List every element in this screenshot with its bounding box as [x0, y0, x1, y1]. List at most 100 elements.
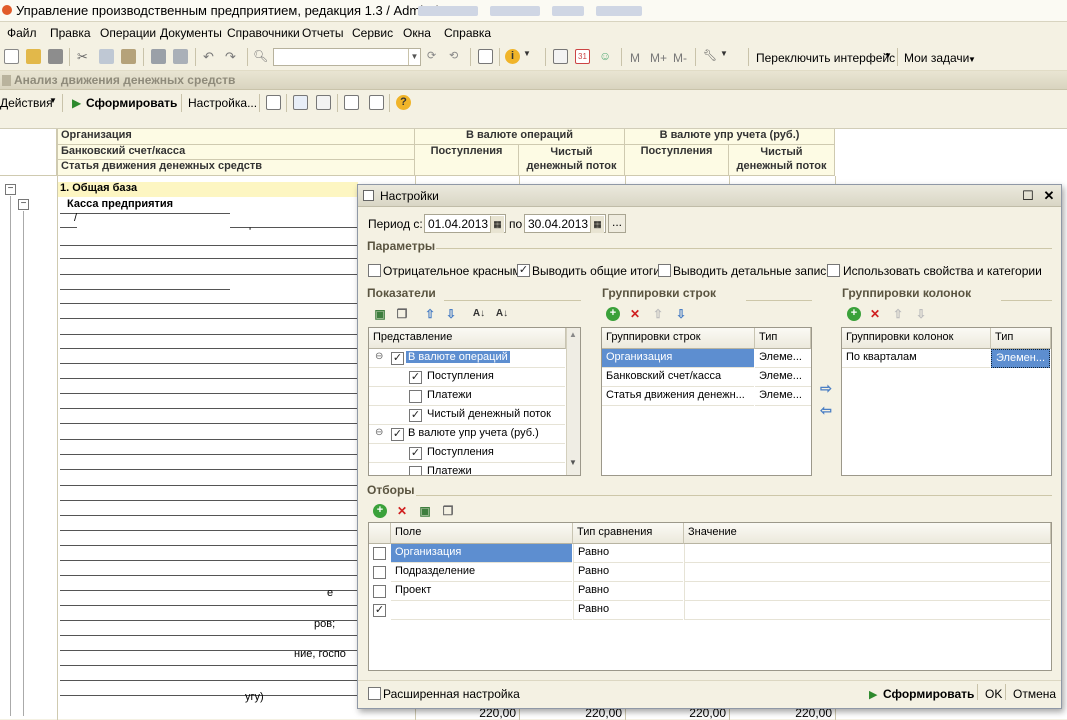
tools-icon[interactable]: 🔧︎ [703, 49, 718, 64]
filter-comparison[interactable]: Равно [573, 544, 683, 563]
redo-icon[interactable]: ↷ [225, 49, 240, 64]
uncheck-all-icon[interactable]: ❐ [395, 307, 409, 321]
move-up-icon[interactable]: ⇧ [891, 307, 905, 321]
move-right-icon[interactable]: ⇨ [819, 381, 833, 395]
filter-field[interactable]: Подразделение [391, 563, 572, 582]
indicator-checkbox[interactable]: ✓ [409, 447, 422, 460]
open-folder-icon[interactable] [26, 49, 41, 64]
move-down-icon[interactable]: ⇩ [674, 307, 688, 321]
memory-plus-button[interactable]: M+ [650, 51, 667, 65]
menu-edit[interactable]: Правка [50, 26, 91, 40]
indicators-scrollbar[interactable]: ▲ ▼ [566, 328, 580, 475]
generate-button[interactable]: Сформировать [86, 96, 177, 110]
filter-value[interactable] [684, 544, 1050, 563]
col-group-name[interactable]: По кварталам [842, 349, 990, 368]
sort-desc-icon[interactable]: A↓ [495, 307, 509, 321]
chevron-down-icon[interactable]: ▼ [720, 49, 735, 64]
row-group-name[interactable]: Организация [602, 349, 754, 368]
filter-comparison[interactable]: Равно [573, 582, 683, 601]
cut-icon[interactable]: ✂ [77, 49, 92, 64]
menu-documents[interactable]: Документы [160, 26, 222, 40]
indicator-checkbox[interactable] [409, 466, 422, 475]
collapse-group-button[interactable]: − [5, 184, 16, 195]
filter-checkbox[interactable]: ✓ [373, 604, 386, 617]
indicator-checkbox[interactable]: ✓ [391, 352, 404, 365]
delete-icon[interactable]: ✕ [868, 307, 882, 321]
filter-value[interactable] [684, 563, 1050, 582]
move-left-icon[interactable]: ⇦ [819, 403, 833, 417]
copy-icon[interactable] [99, 49, 114, 64]
load-report-icon[interactable] [369, 95, 384, 110]
chevron-down-icon[interactable]: ▼ [884, 51, 892, 60]
search-icon[interactable]: 🔍︎ [253, 49, 268, 64]
calendar-icon[interactable]: ▦ [490, 216, 504, 233]
my-tasks-button[interactable]: Мои задачи [904, 51, 969, 65]
search-input[interactable]: ▼ [273, 48, 421, 66]
chart-icon[interactable] [266, 95, 281, 110]
param-properties-checkbox[interactable] [827, 264, 840, 277]
move-down-icon[interactable]: ⇩ [914, 307, 928, 321]
print-preview-icon[interactable] [173, 49, 188, 64]
collapse-icon[interactable]: ⊖ [375, 427, 383, 438]
new-document-icon[interactable] [4, 49, 19, 64]
indicator-row[interactable]: ✓ Чистый денежный поток [369, 406, 565, 425]
memory-minus-button[interactable]: M- [673, 51, 687, 65]
indicator-row[interactable]: Платежи [369, 463, 565, 475]
delete-icon[interactable]: ✕ [395, 504, 409, 518]
move-up-icon[interactable]: ⇧ [651, 307, 665, 321]
maximize-icon[interactable]: ☐ [1020, 188, 1036, 204]
period-to-input[interactable]: 30.04.2013 ▦ [524, 214, 606, 233]
param-negative-red-checkbox[interactable] [368, 264, 381, 277]
move-up-icon[interactable]: ⇧ [423, 307, 437, 321]
move-down-icon[interactable]: ⇩ [444, 307, 458, 321]
filters-table[interactable]: Поле Тип сравнения Значение Организация Р… [368, 522, 1052, 671]
menu-windows[interactable]: Окна [403, 26, 431, 40]
filter-field[interactable] [391, 601, 572, 620]
undo-icon[interactable]: ↶ [203, 49, 218, 64]
filter-comparison[interactable]: Равно [573, 601, 683, 620]
filter-value[interactable] [684, 582, 1050, 601]
period-select-button[interactable]: ... [608, 214, 626, 233]
menu-reports[interactable]: Отчеты [302, 26, 343, 40]
row-groups-table[interactable]: Группировки строк Тип Организация Элеме.… [601, 327, 812, 476]
row-group-type[interactable]: Элеме... [755, 368, 811, 387]
advanced-settings-checkbox[interactable] [368, 687, 381, 700]
filter-field[interactable]: Проект [391, 582, 572, 601]
calculator-icon[interactable] [553, 49, 568, 64]
actions-menu[interactable]: Действия [0, 96, 53, 110]
tree-icon[interactable] [293, 95, 308, 110]
check-all-icon[interactable]: ▣ [373, 307, 387, 321]
menu-help[interactable]: Справка [444, 26, 491, 40]
indicator-checkbox[interactable]: ✓ [391, 428, 404, 441]
uncheck-all-icon[interactable]: ❐ [441, 504, 455, 518]
ok-button[interactable]: OK [985, 687, 1002, 701]
help-icon[interactable]: ? [396, 95, 411, 110]
add-icon[interactable]: + [606, 307, 620, 321]
indicator-row[interactable]: ⊖ ✓ В валюте упр учета (руб.) [369, 425, 565, 444]
filter-checkbox[interactable] [373, 566, 386, 579]
indicator-row[interactable]: Платежи [369, 387, 565, 406]
filter-field[interactable]: Организация [391, 544, 572, 563]
calendar-icon[interactable]: 31 [575, 49, 590, 64]
row-group-type[interactable]: Элеме... [755, 387, 811, 406]
find-prev-icon[interactable]: ⟲ [449, 49, 464, 64]
window-icon[interactable] [478, 49, 493, 64]
users-icon[interactable]: ☺ [599, 49, 614, 64]
dialog-generate-button[interactable]: Сформировать [883, 687, 974, 701]
filter-checkbox[interactable] [373, 547, 386, 560]
col-groups-table[interactable]: Группировки колонок Тип По кварталам Эле… [841, 327, 1052, 476]
indicators-tree[interactable]: Представление ▲ ▼ ⊖ ✓ В валюте операций ✓ По… [368, 327, 581, 476]
menu-operations[interactable]: Операции [100, 26, 156, 40]
check-all-icon[interactable]: ▣ [418, 504, 432, 518]
add-icon[interactable]: + [373, 504, 387, 518]
indicator-row[interactable]: ⊖ ✓ В валюте операций [369, 349, 565, 368]
indicator-checkbox[interactable]: ✓ [409, 371, 422, 384]
chevron-down-icon[interactable]: ▼ [523, 49, 538, 64]
indicator-row[interactable]: ✓ Поступления [369, 368, 565, 387]
add-icon[interactable]: + [847, 307, 861, 321]
col-group-type[interactable]: Элемен... [991, 349, 1050, 368]
row-group-name[interactable]: Банковский счет/касса [602, 368, 754, 387]
chevron-down-icon[interactable]: ▼ [408, 49, 420, 65]
save-icon[interactable] [48, 49, 63, 64]
save-report-icon[interactable] [344, 95, 359, 110]
